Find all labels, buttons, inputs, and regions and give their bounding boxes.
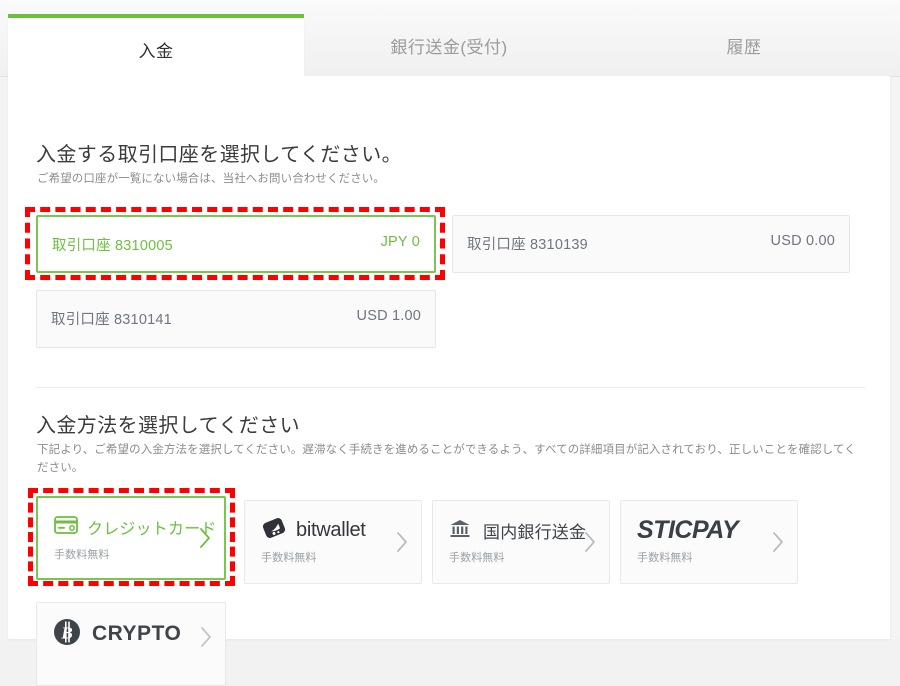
account-name: 取引口座 8310141: [51, 312, 172, 328]
method-fee: 手数料無料: [637, 552, 693, 564]
chevron-right-icon: [200, 527, 211, 549]
method-logo: STICPAY: [637, 515, 739, 544]
methods-section-title: 入金方法を選択してください: [36, 415, 300, 437]
method-label: クレジットカード: [87, 521, 217, 538]
method-card-bank-transfer[interactable]: 国内銀行送金 手数料無料: [432, 500, 610, 584]
tab-history[interactable]: 履歴: [594, 14, 894, 76]
accounts-section-subtitle: ご希望の口座が一覧にない場合は、当社へお問い合わせください。: [37, 173, 385, 185]
content-panel: 入金する取引口座を選択してください。 ご希望の口座が一覧にない場合は、当社へお問…: [8, 76, 890, 686]
method-logo: B CRYPTO: [53, 618, 182, 647]
method-card-credit-card[interactable]: クレジットカード 手数料無料: [36, 496, 226, 580]
method-fee: 手数料無料: [261, 552, 317, 564]
method-card-crypto[interactable]: B CRYPTO: [36, 602, 226, 686]
chevron-right-icon: [201, 626, 212, 648]
section-divider: [36, 387, 865, 388]
method-fee: 手数料無料: [449, 552, 505, 564]
account-card-8310139[interactable]: 取引口座 8310139 USD 0.00: [452, 215, 850, 273]
tab-deposit-label: 入金: [138, 41, 174, 61]
account-balance: USD 1.00: [356, 308, 421, 324]
deposit-page: 入金 銀行送金(受付) 履歴 入金する取引口座を選択してください。 ご希望の口座…: [0, 0, 900, 686]
tab-bar: 入金 銀行送金(受付) 履歴: [0, 0, 900, 80]
account-card-8310141[interactable]: 取引口座 8310141 USD 1.00: [36, 290, 436, 348]
account-name: 取引口座 8310139: [467, 237, 588, 253]
bank-icon: [449, 518, 471, 543]
methods-section-subtitle: 下記より、ご希望の入金方法を選択してください。遅滞なく手続きを進めることができる…: [37, 444, 856, 474]
method-label: bitwallet: [296, 518, 366, 541]
tab-bank-transfer-label: 銀行送金(受付): [390, 37, 508, 57]
tab-deposit[interactable]: 入金: [8, 14, 304, 80]
account-balance: USD 0.00: [770, 233, 835, 249]
bitcoin-icon: B: [53, 618, 81, 651]
tab-bank-transfer[interactable]: 銀行送金(受付): [304, 14, 594, 76]
chevron-right-icon: [773, 531, 784, 553]
method-logo: 国内銀行送金: [449, 517, 586, 543]
account-balance: JPY 0: [380, 234, 420, 250]
method-label: 国内銀行送金: [483, 522, 587, 542]
credit-card-icon: [54, 515, 78, 539]
tab-history-label: 履歴: [726, 37, 762, 57]
method-card-sticpay[interactable]: STICPAY 手数料無料: [620, 500, 798, 584]
method-label: CRYPTO: [92, 622, 182, 645]
chevron-right-icon: [585, 531, 596, 553]
method-logo: bitwallet: [261, 517, 366, 543]
method-logo: クレジットカード: [54, 514, 217, 540]
chevron-right-icon: [397, 531, 408, 553]
accounts-section-title: 入金する取引口座を選択してください。: [36, 144, 402, 166]
account-card-8310005[interactable]: 取引口座 8310005 JPY 0: [36, 215, 436, 273]
sticpay-icon: STICPAY: [637, 515, 739, 544]
bitwallet-icon: [261, 517, 287, 544]
account-name: 取引口座 8310005: [52, 238, 173, 254]
method-card-bitwallet[interactable]: bitwallet 手数料無料: [244, 500, 422, 584]
method-fee: 手数料無料: [54, 549, 110, 561]
